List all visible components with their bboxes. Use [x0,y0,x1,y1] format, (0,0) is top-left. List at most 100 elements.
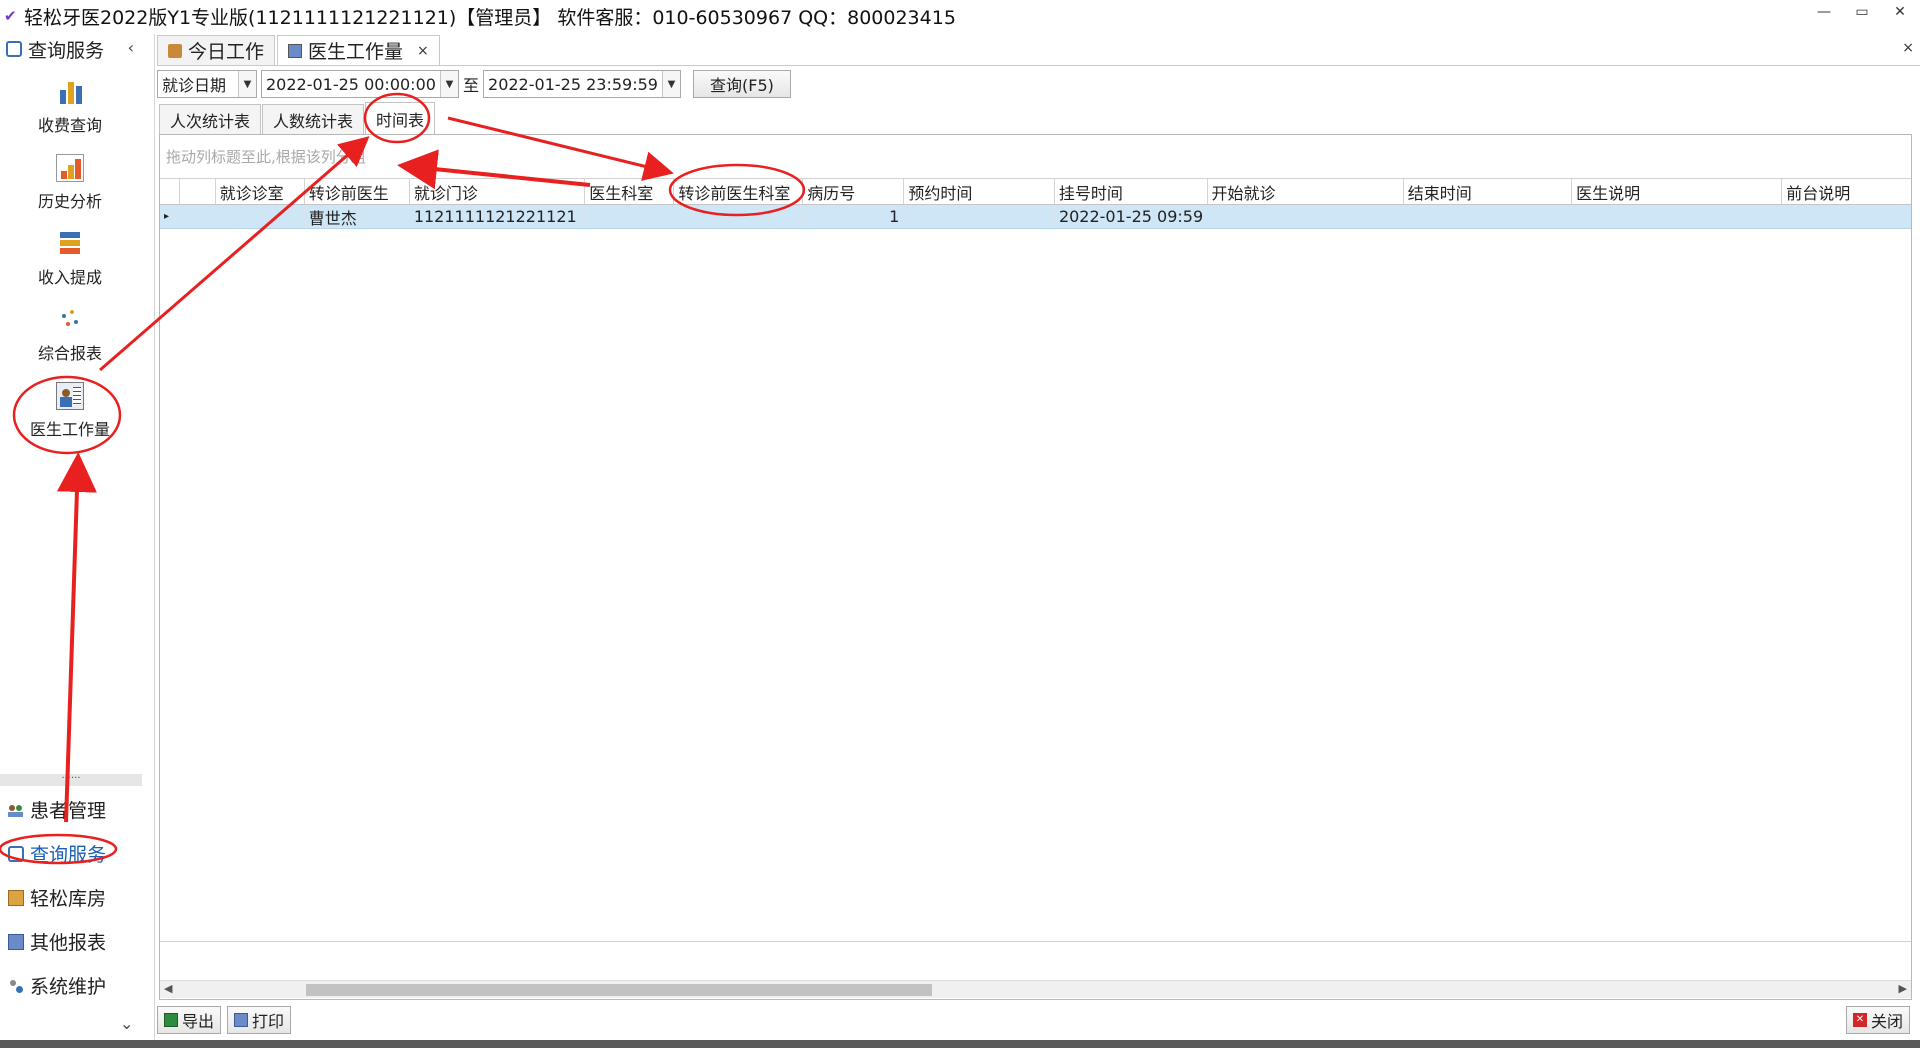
nav-doctor-workload-label: 医生工作量 [29,420,110,439]
print-button[interactable]: 打印 [227,1006,292,1034]
collapse-icon[interactable]: ‹ [128,38,134,57]
tab-doctor-workload[interactable]: 医生工作量 × [277,35,440,65]
start-date-value: 2022-01-25 00:00:00 [266,74,436,94]
minimize-button[interactable]: — [1814,4,1834,20]
column-header[interactable]: 转诊前医生 [305,179,410,204]
column-header[interactable]: 就诊诊室 [216,179,305,204]
nav-easy-warehouse[interactable]: 轻松库房 [8,884,106,911]
group-by-panel[interactable]: 拖动列标题至此,根据该列分组 [160,135,1911,179]
nav-query-service[interactable]: 查询服务 [8,840,106,867]
chevron-down-icon[interactable]: ▼ [440,71,458,97]
column-header[interactable]: 医生说明 [1572,179,1783,204]
column-header[interactable]: 前台说明 [1782,179,1911,204]
nav-history-analysis[interactable]: 历史分析 [0,154,140,212]
stacked-coins-icon [56,230,84,258]
column-header[interactable]: 病历号 [803,179,905,204]
today-work-icon [168,43,182,58]
close-red-icon: ✕ [1852,1013,1867,1027]
select-column-header[interactable] [180,179,216,204]
horizontal-scrollbar[interactable]: ◀ ▶ [160,980,1911,998]
column-header[interactable]: 就诊门诊 [410,179,586,204]
restore-button[interactable]: ▭ [1852,4,1872,20]
patients-icon [8,802,24,818]
left-sidebar: 查询服务 ‹ 收费查询 历史分析 收入提成 综合报表 医生工作量 ...... … [0,34,155,1042]
document-tabs: 今日工作 医生工作量 × × [157,34,1920,66]
table-cell[interactable] [674,205,804,228]
table-cell[interactable] [904,205,1055,228]
nav-fee-query-label: 收费查询 [37,116,102,135]
warehouse-box-icon [8,889,24,906]
scroll-left-icon[interactable]: ◀ [164,982,172,995]
nav-patient-management[interactable]: 患者管理 [8,796,106,823]
table-cell[interactable]: 2022-01-25 09:59 [1055,205,1208,228]
chevron-down-icon[interactable]: ▼ [238,71,256,97]
query-service-icon [6,41,22,57]
export-label: 导出 [182,1012,215,1031]
nav-system-maintenance[interactable]: 系统维护 [8,972,106,999]
tab-close-icon[interactable]: × [417,43,429,59]
sidebar-header[interactable]: 查询服务 ‹ [0,34,154,64]
export-button[interactable]: 导出 [157,1006,222,1034]
end-date-value: 2022-01-25 23:59:59 [488,74,658,94]
report-sub-tabs: 人次统计表 人数统计表 时间表 [159,102,436,134]
query-button[interactable]: 查询(F5) [693,70,791,98]
column-header[interactable]: 挂号时间 [1055,179,1208,204]
table-cell[interactable] [1782,205,1911,228]
end-date-picker[interactable]: 2022-01-25 23:59:59 ▼ [483,70,682,98]
grid-header: 就诊诊室 转诊前医生 就诊门诊 医生科室 转诊前医生科室 病历号 预约时间 挂号… [160,179,1911,205]
table-cell[interactable]: 曹世杰 [305,205,410,228]
column-header[interactable]: 医生科室 [585,179,675,204]
table-cell[interactable]: 1 [803,205,905,228]
nav-comprehensive-report[interactable]: 综合报表 [0,306,140,364]
expand-more-icon[interactable]: ⌄ [120,1014,133,1033]
printer-report-icon [8,933,24,950]
tab-patient-count[interactable]: 人数统计表 [262,104,365,134]
scrollbar-thumb[interactable] [306,984,932,996]
nav-income-commission[interactable]: 收入提成 [0,230,140,288]
query-service-small-icon [8,845,24,862]
group-hint: 拖动列标题至此,根据该列分组 [166,148,366,166]
to-label: 至 [463,76,480,95]
doctor-workload-tab-icon [288,43,303,58]
table-cell[interactable] [1208,205,1404,228]
column-header[interactable]: 开始就诊 [1208,179,1404,204]
filter-bar: 就诊日期 ▼ 2022-01-25 00:00:00 ▼ 至 2022-01-2… [157,70,791,98]
title-bar: ✔ 轻松牙医2022版Y1专业版(1121111121221121)【管理员】 … [0,0,1920,32]
row-indicator-icon: ▸ [160,205,180,228]
tab-time-table[interactable]: 时间表 [365,102,436,134]
window-controls: — ▭ ✕ [1814,4,1910,20]
history-chart-icon [56,154,84,182]
table-cell[interactable] [1572,205,1783,228]
nav-doctor-workload[interactable]: 医生工作量 [0,382,140,440]
nav-system-maintenance-label: 系统维护 [30,976,107,998]
table-row[interactable]: ▸ 曹世杰 1121111121221121 1 2022-01-25 09:5… [160,205,1911,229]
close-window-button[interactable]: ✕ [1890,4,1910,20]
table-cell[interactable] [1404,205,1573,228]
print-label: 打印 [252,1012,285,1031]
chevron-down-icon[interactable]: ▼ [662,71,681,97]
printer-icon [234,1013,248,1027]
nav-easy-warehouse-label: 轻松库房 [30,888,107,910]
sidebar-header-label: 查询服务 [28,39,105,62]
close-label: 关闭 [1870,1012,1903,1031]
tab-doctor-workload-label: 医生工作量 [308,41,404,63]
sidebar-splitter[interactable]: ...... [0,771,142,786]
column-header[interactable]: 转诊前医生科室 [674,179,804,204]
nav-query-service-label: 查询服务 [30,844,107,866]
nav-patient-management-label: 患者管理 [30,800,107,822]
date-type-select[interactable]: 就诊日期 ▼ [157,70,257,98]
column-header[interactable]: 结束时间 [1404,179,1573,204]
table-cell[interactable] [585,205,675,228]
table-cell[interactable]: 1121111121221121 [410,205,586,228]
close-button[interactable]: ✕ 关闭 [1845,1006,1910,1034]
bottom-bar: 导出 打印 ✕ 关闭 [157,1006,1920,1036]
tab-visit-count[interactable]: 人次统计表 [159,104,262,134]
panel-close-icon[interactable]: × [1902,40,1914,56]
column-header[interactable]: 预约时间 [904,179,1055,204]
table-cell[interactable] [216,205,305,228]
nav-fee-query[interactable]: 收费查询 [0,78,140,136]
scroll-right-icon[interactable]: ▶ [1899,982,1907,995]
tab-today-work[interactable]: 今日工作 [157,35,276,65]
start-date-picker[interactable]: 2022-01-25 00:00:00 ▼ [261,70,459,98]
nav-other-reports[interactable]: 其他报表 [8,928,106,955]
